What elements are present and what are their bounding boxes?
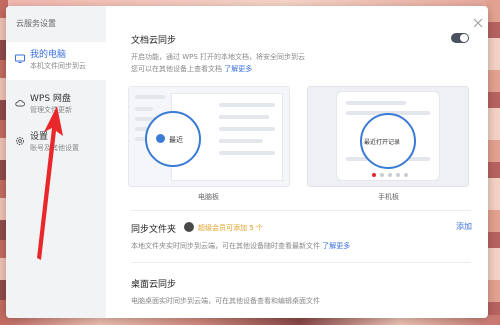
skeleton-line — [135, 107, 153, 111]
skeleton-line — [346, 101, 406, 105]
mobile-preview: 最近打开记录 — [307, 86, 469, 187]
mobile-caption: 手机板 — [378, 193, 399, 201]
sidebar-item-settings[interactable]: 设置 账号及其他设置 — [6, 124, 106, 162]
sidebar-item-sub: 本机文件同步到云 — [30, 62, 86, 70]
doc-sync-desc-2: 您可以在其他设备上查看文档 了解更多 — [131, 64, 252, 74]
sync-folder-title: 同步文件夹 — [131, 225, 177, 235]
carousel-dot[interactable] — [388, 173, 392, 177]
learn-more-link[interactable]: 了解更多 — [224, 65, 252, 73]
divider — [131, 210, 471, 211]
learn-more-link[interactable]: 了解更多 — [322, 242, 350, 250]
clock-icon — [156, 134, 165, 143]
skeleton-line — [219, 115, 269, 119]
cloud-settings-dialog: 云服务设置 我的电脑 本机文件同步到云 WPS 网盘 管理文件更新 设置 账号及… — [6, 6, 488, 318]
doc-sync-title: 文档云同步 — [131, 36, 177, 46]
carousel-dot-active[interactable] — [372, 173, 376, 177]
desktop-sync-desc: 电脑桌面实时同步到云端，可在其他设备查看和编辑桌面文件 — [131, 297, 320, 305]
sidebar-title: 云服务设置 — [16, 19, 56, 28]
doc-sync-desc-text: 您可以在其他设备上查看文档 — [131, 65, 222, 73]
recent-records-label: 最近打开记录 — [364, 139, 401, 146]
divider — [131, 262, 471, 263]
wallpaper-right — [486, 0, 500, 325]
carousel-dot[interactable] — [396, 173, 400, 177]
pc-preview: 最近 — [128, 86, 290, 187]
pc-caption: 电脑板 — [198, 193, 219, 201]
skeleton-line — [135, 95, 165, 99]
skeleton-line — [219, 139, 263, 143]
carousel-dot[interactable] — [380, 173, 384, 177]
sync-folder-desc-text: 本地文件夹实时同步到云端，可在其他设备随时查看最新文件 — [131, 242, 320, 250]
sidebar-item-my-computer[interactable]: 我的电脑 本机文件同步到云 — [6, 42, 106, 80]
skeleton-line — [219, 103, 275, 107]
sync-folder-desc: 本地文件夹实时同步到云端，可在其他设备随时查看最新文件 了解更多 — [131, 241, 350, 251]
promo-text: 超级会员可添加 5 个 — [198, 224, 263, 232]
monitor-icon — [15, 49, 25, 63]
gear-icon — [15, 131, 25, 145]
doc-sync-toggle[interactable] — [451, 33, 469, 43]
sidebar-item-sub: 账号及其他设置 — [30, 144, 79, 152]
close-icon[interactable] — [472, 14, 484, 28]
desktop-sync-title: 桌面云同步 — [131, 280, 177, 290]
carousel-dot[interactable] — [404, 173, 408, 177]
sidebar: 云服务设置 我的电脑 本机文件同步到云 WPS 网盘 管理文件更新 设置 账号及… — [6, 6, 106, 318]
sidebar-item-label: WPS 网盘 — [30, 94, 71, 104]
skeleton-line — [219, 151, 275, 155]
skeleton-line — [219, 127, 275, 131]
sidebar-item-label: 我的电脑 — [30, 50, 67, 60]
toggle-knob — [460, 34, 468, 42]
doc-sync-desc: 开启功能，通过 WPS 打开的本地文档，将安全同步到云 — [131, 53, 306, 61]
cloud-icon — [15, 93, 25, 107]
super-member-badge-icon — [184, 222, 194, 232]
sidebar-item-label: 设置 — [30, 132, 49, 142]
content-panel: 文档云同步 开启功能，通过 WPS 打开的本地文档，将安全同步到云 您可以在其他… — [106, 6, 488, 318]
sidebar-item-wps-drive[interactable]: WPS 网盘 管理文件更新 — [6, 86, 106, 124]
add-folder-link[interactable]: 添加 — [456, 221, 472, 232]
recent-label: 最近 — [169, 136, 183, 144]
sidebar-item-sub: 管理文件更新 — [30, 106, 72, 114]
